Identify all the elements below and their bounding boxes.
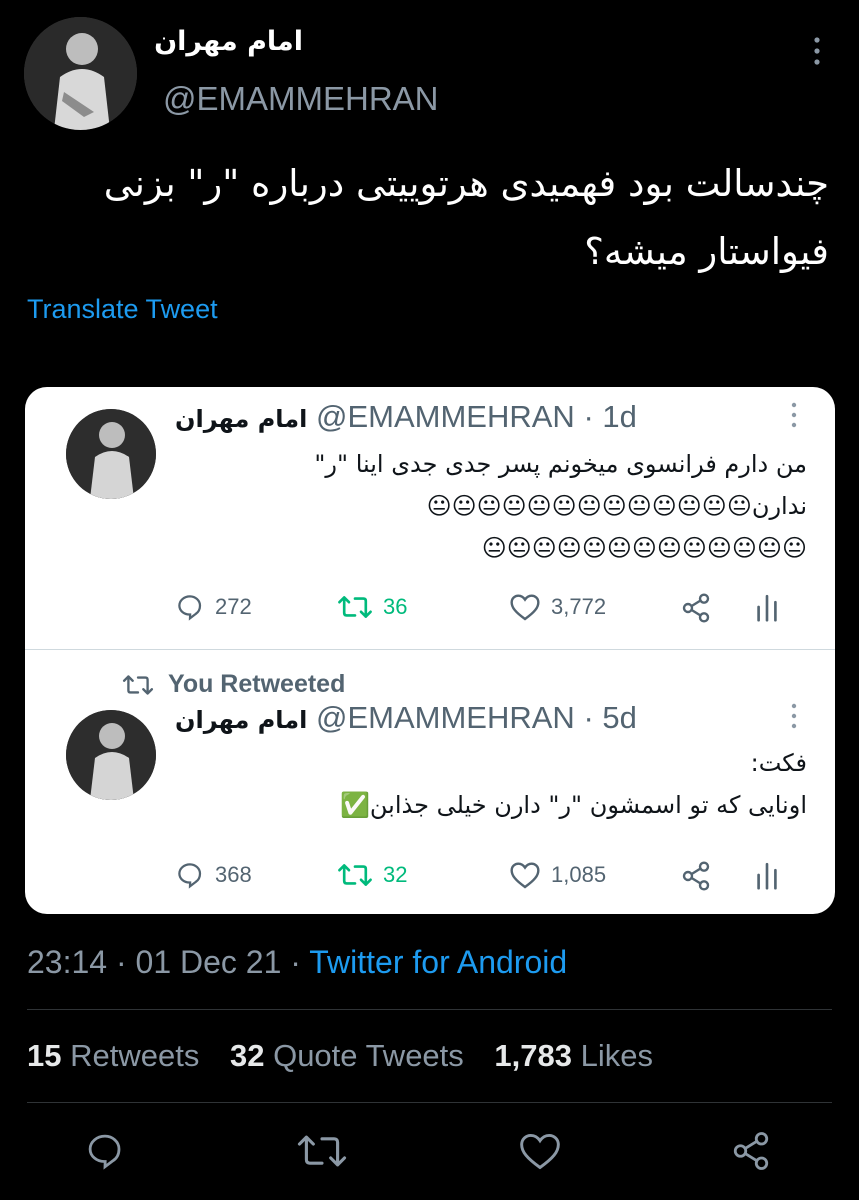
retweet-notice-text: You Retweeted <box>168 670 346 698</box>
more-vertical-icon[interactable] <box>790 703 798 729</box>
more-vertical-icon[interactable] <box>811 36 823 66</box>
quoted-header: امام مهران @EMAMMEHRAN · 5d <box>175 700 637 736</box>
tweet-source-link[interactable]: Twitter for Android <box>309 944 567 980</box>
tweet-action-bar <box>0 1130 859 1174</box>
retweets-stat[interactable]: 15 Retweets <box>27 1038 199 1073</box>
analytics-icon <box>757 594 777 622</box>
reply-icon <box>178 595 202 621</box>
separator: · <box>290 944 301 980</box>
tweet-time[interactable]: 23:14 <box>27 944 107 980</box>
tweet-text: چندسالت بود فهمیدی هرتوییتی درباره "ر" ب… <box>103 162 829 273</box>
reply-count: 368 <box>215 862 252 887</box>
like-count: 1,085 <box>551 862 607 887</box>
like-action[interactable]: 1,085 <box>509 860 606 890</box>
retweet-action[interactable]: 36 <box>337 592 407 622</box>
quoted-tweet[interactable]: امام مهران @EMAMMEHRAN · 1d من دارم فران… <box>25 387 835 649</box>
like-count: 3,772 <box>551 594 607 619</box>
quoted-author-name[interactable]: امام مهران <box>175 405 307 433</box>
reply-action[interactable]: 368 <box>175 860 252 890</box>
quoted-tweet[interactable]: You Retweeted امام مهران @EMAMMEHRAN · 5… <box>25 650 835 914</box>
divider <box>27 1102 832 1103</box>
quoted-age[interactable]: 1d <box>602 399 636 434</box>
engagement-stats: 15 Retweets 32 Quote Tweets 1,783 Likes <box>27 1038 653 1074</box>
quote-tweets-stat[interactable]: 32 Quote Tweets <box>230 1038 464 1073</box>
quoted-text-line: اونایی که تو اسمشون "ر" دارن خیلی جذابن✅ <box>340 791 807 819</box>
author-handle[interactable]: @EMAMMEHRAN <box>163 80 439 118</box>
share-action[interactable] <box>680 860 712 892</box>
share-action[interactable] <box>680 592 712 624</box>
quoted-author-avatar[interactable] <box>66 710 156 800</box>
share-icon <box>682 593 710 623</box>
quoted-text-line: ندارن😐😐😐😐😐😐😐😐😐😐😐😐😐 <box>426 492 807 520</box>
quoted-tweets-card: امام مهران @EMAMMEHRAN · 1d من دارم فران… <box>25 387 835 914</box>
retweet-icon <box>338 596 372 618</box>
quoted-age[interactable]: 5d <box>602 700 636 735</box>
analytics-action[interactable] <box>755 860 779 890</box>
quoted-text: فکت: اونایی که تو اسمشون "ر" دارن خیلی ج… <box>167 742 807 826</box>
quoted-text-line: 😐😐😐😐😐😐😐😐😐😐😐😐😐 <box>481 534 807 562</box>
like-action[interactable]: 3,772 <box>509 592 606 622</box>
retweet-count: 32 <box>383 862 408 887</box>
retweet-notice: You Retweeted <box>122 670 345 699</box>
retweet-icon <box>338 864 372 886</box>
more-vertical-icon[interactable] <box>790 402 798 428</box>
author-avatar[interactable] <box>24 17 137 130</box>
quoted-actions: 272 36 3,772 <box>175 592 815 626</box>
reply-icon <box>178 863 202 889</box>
quoted-header: امام مهران @EMAMMEHRAN · 1d <box>175 399 637 435</box>
separator: · <box>583 700 594 735</box>
retweet-count: 36 <box>383 594 408 619</box>
separator: · <box>583 399 594 434</box>
tweet-meta: 23:14 · 01 Dec 21 · Twitter for Android <box>27 944 567 981</box>
retweet-icon <box>122 674 154 695</box>
author-name[interactable]: امام مهران <box>154 26 303 57</box>
quoted-author-avatar[interactable] <box>66 409 156 499</box>
share-icon[interactable] <box>730 1130 772 1172</box>
retweet-icon[interactable] <box>296 1130 348 1172</box>
share-icon <box>682 861 710 891</box>
quoted-actions: 368 32 1,085 <box>175 860 815 894</box>
quoted-author-handle[interactable]: @EMAMMEHRAN <box>316 700 575 735</box>
divider <box>27 1009 832 1010</box>
heart-icon[interactable] <box>518 1130 562 1172</box>
reply-icon[interactable] <box>84 1130 126 1172</box>
analytics-icon <box>757 862 777 890</box>
likes-stat[interactable]: 1,783 Likes <box>494 1038 653 1073</box>
reply-count: 272 <box>215 594 252 619</box>
analytics-action[interactable] <box>755 592 779 622</box>
heart-icon <box>510 862 540 889</box>
quoted-author-handle[interactable]: @EMAMMEHRAN <box>316 399 575 434</box>
quoted-text: من دارم فرانسوی میخونم پسر جدی جدی اینا … <box>167 443 807 569</box>
tweet-date[interactable]: 01 Dec 21 <box>136 944 282 980</box>
heart-icon <box>510 594 540 621</box>
reply-action[interactable]: 272 <box>175 592 252 622</box>
quoted-text-line: فکت: <box>750 749 807 777</box>
quoted-text-line: من دارم فرانسوی میخونم پسر جدی جدی اینا … <box>314 450 807 478</box>
separator: · <box>115 944 127 980</box>
translate-tweet-link[interactable]: Translate Tweet <box>27 294 218 325</box>
retweet-action[interactable]: 32 <box>337 860 407 890</box>
quoted-author-name[interactable]: امام مهران <box>175 706 307 734</box>
